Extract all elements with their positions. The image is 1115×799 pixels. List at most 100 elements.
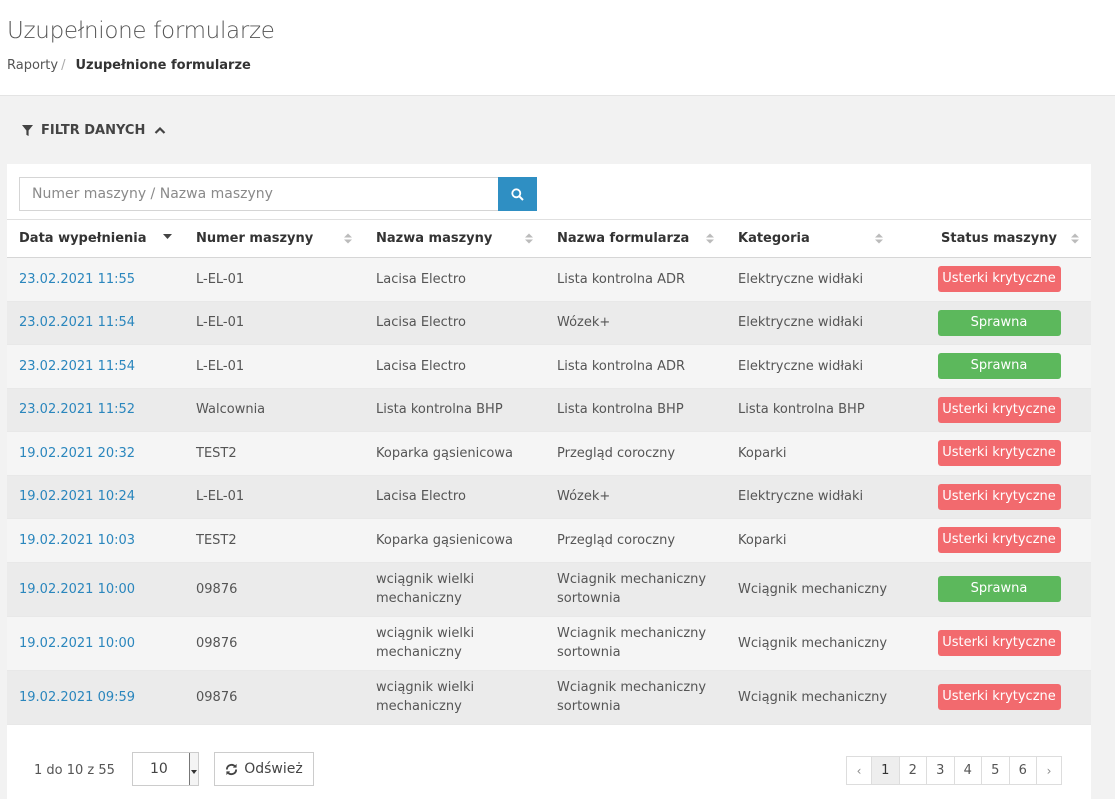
cell-form-name: Wózek+	[557, 315, 611, 331]
cell-date[interactable]: 23.02.2021 11:52	[7, 388, 184, 432]
sort-icon	[706, 233, 714, 244]
search-icon	[511, 187, 524, 201]
column-status[interactable]: Status maszyny	[907, 219, 1091, 258]
page-size-select[interactable]: 10	[132, 752, 199, 786]
cell-machine-name: Lacisa Electro	[376, 315, 466, 331]
filter-toggle[interactable]: FILTR DANYCH	[0, 96, 1115, 164]
column-number[interactable]: Numer maszyny	[184, 219, 364, 258]
status-badge: Sprawna	[937, 309, 1061, 336]
sort-desc-icon	[163, 234, 172, 239]
cell-category: Koparki	[738, 445, 787, 461]
pagination-page-5[interactable]: 5	[981, 756, 1010, 785]
column-category[interactable]: Kategoria	[726, 219, 907, 258]
table-row[interactable]: 19.02.2021 10:00 09876 wciągnik wielki mec…	[7, 562, 1091, 616]
table-row[interactable]: 19.02.2021 10:00 09876 wciągnik wielki mec…	[7, 616, 1091, 670]
cell-date[interactable]: 19.02.2021 10:00	[7, 616, 184, 670]
cell-category: Koparki	[738, 532, 787, 548]
status-badge: Usterki krytyczne	[937, 684, 1061, 710]
table-row[interactable]: 23.02.2021 11:54 L-EL-01 Lacisa Electro Lis…	[7, 344, 1091, 389]
sort-icon	[344, 233, 352, 244]
status-badge: Usterki krytyczne	[937, 266, 1061, 293]
pagination-page-1[interactable]: 1	[871, 756, 900, 785]
column-form-name[interactable]: Nazwa formularza	[545, 219, 726, 258]
pagination-info: 1 do 10 z 55	[34, 763, 115, 778]
cell-date[interactable]: 23.02.2021 11:54	[7, 301, 184, 345]
page-title: Uzupełnione formularze	[7, 18, 275, 44]
cell-machine-name: Lacisa Electro	[376, 358, 466, 374]
pagination-page-4[interactable]: 4	[953, 756, 982, 785]
pagination-prev-button[interactable]: ‹	[846, 756, 872, 785]
cell-number: Walcownia	[196, 402, 266, 418]
cell-number: L-EL-01	[196, 489, 245, 505]
cell-number: L-EL-01	[196, 271, 245, 287]
cell-status: Usterki krytyczne	[907, 616, 1091, 670]
forms-table: Data wypełnienia Numer maszyny Nazwa mas…	[7, 219, 1091, 725]
sort-icon	[525, 233, 533, 244]
cell-category: Wciągnik mechaniczny	[738, 635, 888, 651]
cell-form-name: Przegląd coroczny	[557, 445, 676, 461]
cell-date[interactable]: 19.02.2021 10:24	[7, 475, 184, 519]
cell-machine-name: Lista kontrolna BHP	[376, 402, 503, 418]
breadcrumb-separator: /	[61, 58, 66, 73]
cell-date[interactable]: 23.02.2021 11:55	[7, 258, 184, 302]
pagination-page-6[interactable]: 6	[1008, 756, 1037, 785]
table-row[interactable]: 23.02.2021 11:55 L-EL-01 Lacisa Electro Lis…	[7, 257, 1091, 302]
cell-number: TEST2	[196, 532, 237, 548]
pagination-page-2[interactable]: 2	[898, 756, 927, 785]
sort-icon	[1071, 233, 1079, 244]
results-panel: Data wypełnienia Numer maszyny Nazwa mas…	[7, 164, 1091, 799]
cell-status: Usterki krytyczne	[907, 388, 1091, 432]
cell-date[interactable]: 19.02.2021 09:59	[7, 670, 184, 724]
breadcrumb-parent[interactable]: Raporty	[7, 58, 58, 73]
cell-number: TEST2	[196, 445, 237, 461]
column-date[interactable]: Data wypełnienia	[7, 219, 184, 258]
cell-form-name: Wciagnik mechaniczny sortownia	[557, 626, 707, 660]
cell-form-name: Przegląd coroczny	[557, 532, 676, 548]
pagination-page-3[interactable]: 3	[926, 756, 955, 785]
cell-machine-name: Koparka gąsienicowa	[376, 532, 513, 548]
table-row[interactable]: 23.02.2021 11:54 L-EL-01 Lacisa Electro Wóz…	[7, 301, 1091, 345]
table-row[interactable]: 19.02.2021 10:03 TEST2 Koparka gąsienicowa…	[7, 518, 1091, 563]
cell-form-name: Wciagnik mechaniczny sortownia	[557, 680, 707, 714]
search-input[interactable]	[19, 177, 498, 211]
cell-number: 09876	[196, 635, 238, 651]
cell-date[interactable]: 19.02.2021 20:32	[7, 432, 184, 476]
column-machine-name[interactable]: Nazwa maszyny	[364, 219, 545, 258]
cell-number: L-EL-01	[196, 358, 245, 374]
filter-label: FILTR DANYCH	[41, 122, 146, 138]
filter-icon	[22, 124, 33, 136]
status-badge: Usterki krytyczne	[937, 527, 1061, 554]
cell-date[interactable]: 19.02.2021 10:00	[7, 562, 184, 616]
cell-form-name: Lista kontrolna BHP	[557, 402, 684, 418]
cell-number: L-EL-01	[196, 315, 245, 331]
cell-number: 09876	[196, 581, 238, 597]
status-badge: Sprawna	[937, 353, 1061, 380]
cell-status: Sprawna	[907, 301, 1091, 345]
table-row[interactable]: 23.02.2021 11:52 Walcownia Lista kontrolna…	[7, 388, 1091, 432]
dropdown-arrow-icon	[189, 753, 198, 785]
table-row[interactable]: 19.02.2021 10:24 L-EL-01 Lacisa Electro Wóz…	[7, 475, 1091, 519]
cell-form-name: Wózek+	[557, 489, 611, 505]
status-badge: Usterki krytyczne	[937, 630, 1061, 656]
cell-status: Sprawna	[907, 345, 1091, 389]
cell-machine-name: wciągnik wielki mechaniczny	[376, 680, 475, 714]
cell-form-name: Wciagnik mechaniczny sortownia	[557, 572, 707, 606]
cell-date[interactable]: 23.02.2021 11:54	[7, 345, 184, 389]
refresh-icon	[226, 763, 238, 775]
cell-machine-name: Lacisa Electro	[376, 271, 466, 287]
cell-date[interactable]: 19.02.2021 10:03	[7, 519, 184, 563]
cell-status: Usterki krytyczne	[907, 475, 1091, 519]
refresh-button[interactable]: Odśwież	[214, 752, 314, 786]
cell-number: 09876	[196, 689, 238, 705]
sort-icon	[875, 233, 883, 244]
cell-category: Elektryczne widłaki	[738, 489, 864, 505]
status-badge: Usterki krytyczne	[937, 396, 1061, 423]
search-button[interactable]	[498, 177, 537, 211]
table-row[interactable]: 19.02.2021 09:59 09876 wciągnik wielki mec…	[7, 670, 1091, 724]
cell-category: Elektryczne widłaki	[738, 358, 864, 374]
status-badge: Usterki krytyczne	[937, 440, 1061, 467]
table-row[interactable]: 19.02.2021 20:32 TEST2 Koparka gąsienicowa…	[7, 431, 1091, 476]
pagination-next-button[interactable]: ›	[1036, 756, 1062, 785]
pagination: ‹ 1 2 3 4 5 6 ›	[846, 756, 1062, 785]
cell-category: Elektryczne widłaki	[738, 315, 864, 331]
